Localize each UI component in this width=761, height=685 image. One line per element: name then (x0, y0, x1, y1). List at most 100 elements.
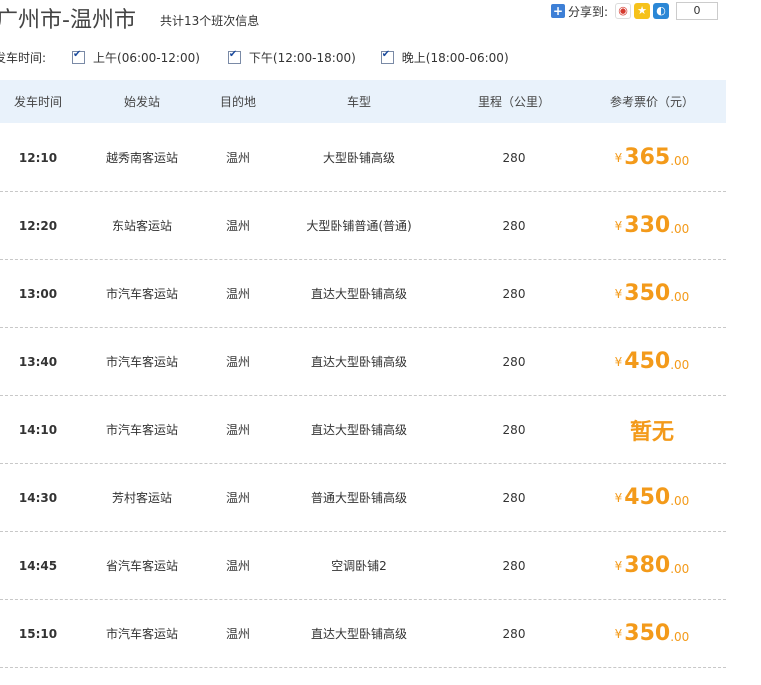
table-row: 12:10 越秀南客运站 温州 大型卧铺高级 280 ¥365.00 (0, 124, 726, 192)
departure-time: 14:30 (18, 490, 58, 505)
share-plus-icon[interactable]: + (551, 4, 565, 18)
departure-time: 15:10 (18, 626, 58, 641)
evening-checkbox[interactable] (380, 49, 394, 64)
filter-morning[interactable]: 上午(06:00-12:00) (72, 49, 200, 66)
table-row: 12:20 东站客运站 温州 大型卧铺普通(普通) 280 ¥330.00 (0, 192, 726, 260)
price-decimal: .00 (670, 358, 690, 372)
table-row: 13:00 市汽车客运站 温州 直达大型卧铺高级 280 ¥350.00 (0, 260, 726, 328)
bus-type: 直达大型卧铺高级 (310, 355, 407, 369)
destination: 温州 (225, 287, 250, 301)
table-header: 发车时间 始发站 目的地 车型 里程（公里） 参考票价（元） (0, 80, 726, 123)
origin-station: 芳村客运站 (111, 491, 172, 505)
filter-evening-label: 晚上(18:00-06:00) (401, 50, 509, 65)
departure-time: 14:45 (18, 558, 58, 573)
distance: 280 (502, 354, 526, 369)
price-decimal: .00 (670, 562, 690, 576)
table-row: 14:45 省汽车客运站 温州 空调卧铺2 280 ¥380.00 (0, 532, 726, 600)
destination: 温州 (225, 627, 250, 641)
destination: 温州 (225, 219, 250, 233)
departure-time-filter: 发车时间: 上午(06:00-12:00) 下午(12:00-18:00) 晚上… (0, 46, 509, 68)
price-integer: 365 (624, 145, 671, 170)
afternoon-checkbox[interactable] (227, 49, 241, 64)
price-decimal: .00 (670, 222, 690, 236)
qzone-icon[interactable]: ★ (634, 3, 651, 19)
price-decimal: .00 (670, 494, 690, 508)
price-integer: 350 (624, 621, 671, 646)
destination: 温州 (225, 559, 250, 573)
filter-evening[interactable]: 晚上(18:00-06:00) (380, 49, 509, 66)
distance: 280 (502, 150, 526, 165)
col-origin-station: 始发站 (123, 95, 160, 109)
ticket-price: ¥365.00 (578, 145, 726, 170)
bus-type: 大型卧铺高级 (322, 151, 395, 165)
origin-station: 市汽车客运站 (105, 627, 178, 641)
price-integer: 350 (624, 281, 671, 306)
departure-time: 13:40 (18, 354, 58, 369)
currency-symbol: ¥ (614, 218, 623, 233)
route-title: 广州市-温州市 (0, 8, 136, 33)
distance: 280 (502, 422, 526, 437)
destination: 温州 (225, 151, 250, 165)
price-integer: 330 (624, 213, 671, 238)
departure-time: 12:20 (18, 218, 58, 233)
bus-type: 普通大型卧铺高级 (310, 491, 407, 505)
weibo-icon[interactable]: ◉ (615, 3, 632, 19)
share-label[interactable]: 分享到: (568, 3, 608, 20)
bus-type: 直达大型卧铺高级 (310, 287, 407, 301)
col-bus-type: 车型 (346, 95, 371, 109)
origin-station: 市汽车客运站 (105, 355, 178, 369)
ticket-price: ¥380.00 (578, 553, 726, 578)
filter-morning-label: 上午(06:00-12:00) (93, 50, 200, 65)
ticket-price-unavailable: 暂无 (629, 419, 674, 445)
bus-type: 直达大型卧铺高级 (310, 423, 407, 437)
tencent-weibo-icon[interactable]: ◐ (653, 3, 670, 19)
price-decimal: .00 (670, 290, 690, 304)
currency-symbol: ¥ (614, 558, 623, 573)
distance: 280 (502, 286, 526, 301)
departure-time: 12:10 (18, 150, 58, 165)
currency-symbol: ¥ (614, 150, 623, 165)
table-row: 14:10 市汽车客运站 温州 直达大型卧铺高级 280 暂无 (0, 396, 726, 464)
table-row: 15:10 市汽车客运站 温州 直达大型卧铺高级 280 ¥350.00 (0, 600, 726, 668)
col-distance: 里程（公里） (477, 95, 550, 109)
destination: 温州 (225, 491, 250, 505)
ticket-price: ¥450.00 (578, 349, 726, 374)
price-integer: 380 (624, 553, 671, 578)
filter-afternoon-label: 下午(12:00-18:00) (248, 50, 356, 65)
price-integer: 450 (624, 485, 671, 510)
origin-station: 省汽车客运站 (105, 559, 178, 573)
distance: 280 (502, 558, 526, 573)
table-row: 13:40 市汽车客运站 温州 直达大型卧铺高级 280 ¥450.00 (0, 328, 726, 396)
origin-station: 东站客运站 (111, 219, 172, 233)
departure-time: 14:10 (18, 422, 58, 437)
ticket-price: ¥330.00 (578, 213, 726, 238)
origin-station: 市汽车客运站 (105, 287, 178, 301)
share-count: 0 (676, 2, 719, 20)
bus-type: 大型卧铺普通(普通) (306, 219, 412, 233)
filter-afternoon[interactable]: 下午(12:00-18:00) (227, 49, 356, 66)
ticket-price: ¥350.00 (578, 281, 726, 306)
currency-symbol: ¥ (614, 626, 623, 641)
col-destination: 目的地 (219, 95, 256, 109)
bus-type: 直达大型卧铺高级 (310, 627, 407, 641)
price-decimal: .00 (670, 630, 690, 644)
table-row: 14:30 芳村客运站 温州 普通大型卧铺高级 280 ¥450.00 (0, 464, 726, 532)
col-price: 参考票价（元） (609, 95, 694, 109)
distance: 280 (502, 626, 526, 641)
share-bar: + 分享到: ◉ ★ ◐ 0 (551, 2, 719, 20)
col-departure-time: 发车时间 (13, 95, 62, 109)
morning-checkbox[interactable] (72, 49, 86, 64)
destination: 温州 (225, 355, 250, 369)
ticket-price: ¥350.00 (578, 621, 726, 646)
page-header: 广州市-温州市 共计13个班次信息 + 分享到: ◉ ★ ◐ 0 (0, 0, 761, 40)
price-integer: 450 (624, 349, 671, 374)
departure-time: 13:00 (18, 286, 58, 301)
distance: 280 (502, 490, 526, 505)
bus-type: 空调卧铺2 (331, 559, 387, 573)
currency-symbol: ¥ (614, 354, 623, 369)
currency-symbol: ¥ (614, 286, 623, 301)
distance: 280 (502, 218, 526, 233)
destination: 温州 (225, 423, 250, 437)
filter-label: 发车时间: (0, 50, 47, 65)
origin-station: 越秀南客运站 (105, 151, 178, 165)
